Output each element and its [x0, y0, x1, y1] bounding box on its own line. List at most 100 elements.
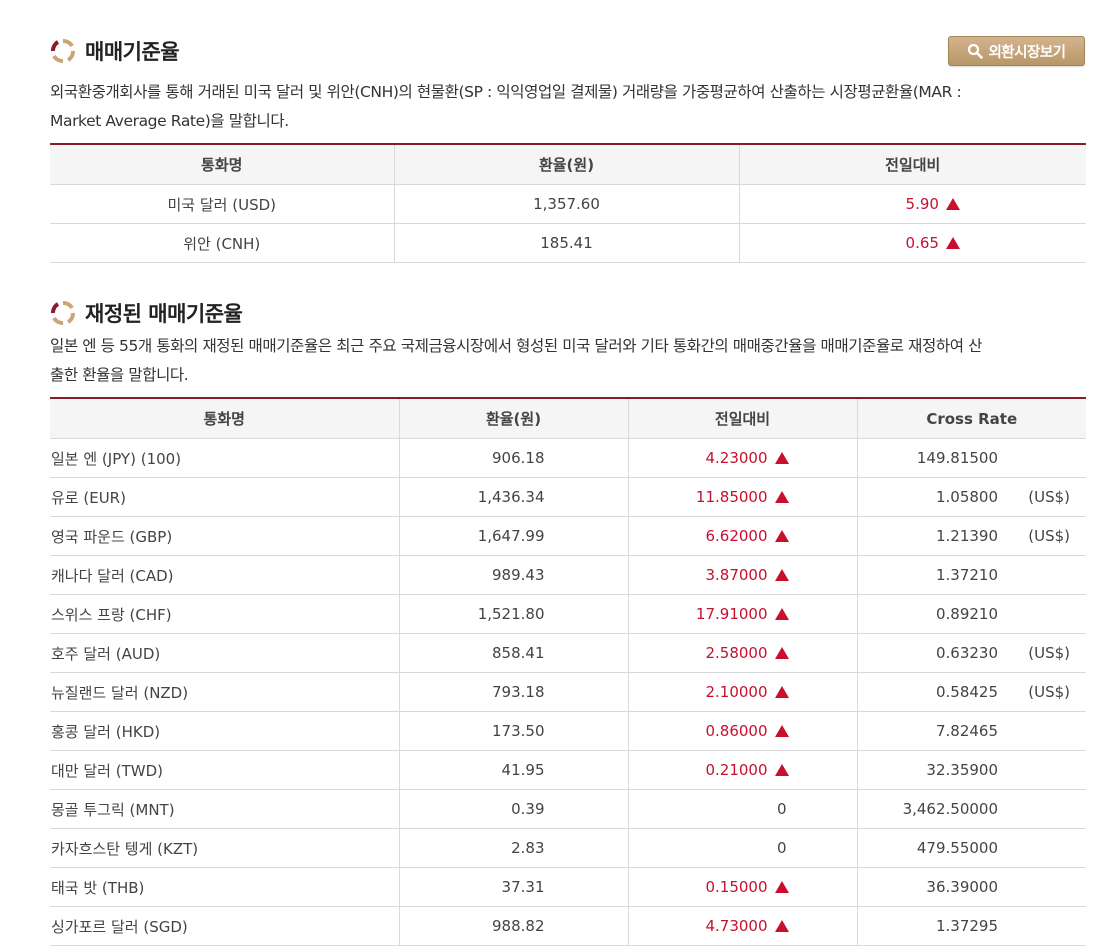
- desc-line: 일본 엔 등 55개 통화의 재정된 매매기준율은 최근 주요 국제금융시장에서…: [50, 337, 983, 355]
- change-cell: 0: [627, 828, 857, 868]
- section-title-text: 매매기준율: [85, 40, 180, 64]
- header-change: 전일대비: [738, 143, 1086, 185]
- currency-name: 위안 (CNH): [50, 223, 394, 263]
- table-row: 홍콩 달러 (HKD) 173.50 0.86000 7.82465: [50, 711, 1086, 751]
- table-row: 태국 밧 (THB) 37.31 0.15000 36.39000: [50, 867, 1086, 907]
- cross-rate-cell: 1.37295: [856, 906, 1086, 946]
- section-title-cross-rate: 재정된 매매기준율: [50, 298, 243, 328]
- cross-rate-value: 0.89210: [935, 605, 998, 623]
- desc-line: 출한 환율을 말합니다.: [50, 366, 189, 384]
- cross-rate-value: 1.37295: [935, 917, 998, 935]
- table-row: 싱가포르 달러 (SGD) 988.82 4.73000 1.37295: [50, 906, 1086, 946]
- change-value: 4.23000: [705, 449, 768, 467]
- change-cell: 5.90: [738, 184, 1086, 224]
- change-value: 0: [776, 800, 787, 818]
- change-cell: 3.87000: [627, 555, 857, 595]
- arrow-up-icon: [774, 920, 789, 932]
- rate-value: 0.39: [398, 789, 628, 829]
- currency-name: 몽골 투그릭 (MNT): [50, 789, 399, 829]
- change-cell: 4.23000: [627, 438, 857, 478]
- header-cross-rate: Cross Rate: [856, 397, 1086, 439]
- desc-line: 외국환중개회사를 통해 거래된 미국 달러 및 위안(CNH)의 현물환(SP …: [50, 83, 962, 101]
- change-cell: 6.62000: [627, 516, 857, 556]
- cross-rate-cell: 7.82465: [856, 711, 1086, 751]
- change-value: 6.62000: [705, 527, 768, 545]
- change-value: 2.58000: [705, 644, 768, 662]
- section-title-base-rate: 매매기준율: [50, 36, 180, 66]
- cross-rate-value: 0.58425: [935, 683, 998, 701]
- section-title-text: 재정된 매매기준율: [85, 302, 243, 326]
- cross-rate-cell: 0.89210: [856, 594, 1086, 634]
- fx-market-button[interactable]: 외환시장보기: [948, 36, 1085, 66]
- rate-value: 988.82: [398, 906, 628, 946]
- cross-rate-cell: 0.58425 (US$): [856, 672, 1086, 712]
- change-cell: 0.86000: [627, 711, 857, 751]
- cross-rate-cell: 479.55000: [856, 828, 1086, 868]
- change-cell: 0.15000: [627, 867, 857, 907]
- table-row: 일본 엔 (JPY) (100) 906.18 4.23000 149.81500: [50, 438, 1086, 478]
- header-rate: 환율(원): [393, 143, 739, 185]
- desc-line: Market Average Rate)을 말합니다.: [50, 112, 289, 130]
- cross-rate-unit: (US$): [1028, 488, 1070, 506]
- table-row: 위안 (CNH) 185.41 0.65: [50, 223, 1086, 263]
- rate-value: 1,436.34: [398, 477, 628, 517]
- change-value: 0.86000: [705, 722, 768, 740]
- cross-rate-value: 7.82465: [935, 722, 998, 740]
- currency-name: 영국 파운드 (GBP): [50, 516, 399, 556]
- currency-name: 미국 달러 (USD): [50, 184, 394, 224]
- change-cell: 17.91000: [627, 594, 857, 634]
- cross-rate-value: 149.81500: [916, 449, 998, 467]
- header-change: 전일대비: [627, 397, 857, 439]
- currency-name: 일본 엔 (JPY) (100): [50, 438, 399, 478]
- cross-rate-cell: 1.21390 (US$): [856, 516, 1086, 556]
- ring-bullet-icon: [51, 39, 75, 63]
- arrow-up-icon: [774, 881, 789, 893]
- rate-value: 185.41: [393, 223, 739, 263]
- rate-value: 41.95: [398, 750, 628, 790]
- table-row: 뉴질랜드 달러 (NZD) 793.18 2.10000 0.58425 (US$): [50, 672, 1086, 712]
- cross-rate-unit: (US$): [1028, 644, 1070, 662]
- change-cell: 2.58000: [627, 633, 857, 673]
- cross-rate-value: 36.39000: [926, 878, 998, 896]
- currency-name: 싱가포르 달러 (SGD): [50, 906, 399, 946]
- table-row: 영국 파운드 (GBP) 1,647.99 6.62000 1.21390 (US$): [50, 516, 1086, 556]
- arrow-up-icon: [945, 198, 960, 210]
- rate-value: 1,357.60: [393, 184, 739, 224]
- currency-name: 유로 (EUR): [50, 477, 399, 517]
- table-header-row: 통화명 환율(원) 전일대비: [50, 143, 1086, 185]
- table-row: 몽골 투그릭 (MNT) 0.39 0 3,462.50000: [50, 789, 1086, 829]
- change-cell: 0: [627, 789, 857, 829]
- currency-name: 뉴질랜드 달러 (NZD): [50, 672, 399, 712]
- arrow-up-icon: [774, 764, 789, 776]
- rate-value: 2.83: [398, 828, 628, 868]
- rate-value: 37.31: [398, 867, 628, 907]
- cross-rate-cell: 149.81500: [856, 438, 1086, 478]
- currency-name: 대만 달러 (TWD): [50, 750, 399, 790]
- cross-rate-value: 1.37210: [935, 566, 998, 584]
- base-rate-table: 통화명 환율(원) 전일대비 미국 달러 (USD) 1,357.60 5.90…: [50, 143, 1086, 263]
- change-cell: 0.21000: [627, 750, 857, 790]
- cross-rate-value: 3,462.50000: [902, 800, 998, 818]
- header-rate: 환율(원): [398, 397, 628, 439]
- rate-value: 906.18: [398, 438, 628, 478]
- rate-value: 793.18: [398, 672, 628, 712]
- ring-bullet-icon: [51, 301, 75, 325]
- currency-name: 태국 밧 (THB): [50, 867, 399, 907]
- change-value: 17.91000: [695, 605, 768, 623]
- table-header-row: 통화명 환율(원) 전일대비 Cross Rate: [50, 397, 1086, 439]
- table-row: 호주 달러 (AUD) 858.41 2.58000 0.63230 (US$): [50, 633, 1086, 673]
- currency-name: 홍콩 달러 (HKD): [50, 711, 399, 751]
- change-cell: 11.85000: [627, 477, 857, 517]
- arrow-up-icon: [774, 647, 789, 659]
- section-description: 일본 엔 등 55개 통화의 재정된 매매기준율은 최근 주요 국제금융시장에서…: [50, 332, 1086, 390]
- cross-rate-table: 통화명 환율(원) 전일대비 Cross Rate 일본 엔 (JPY) (10…: [50, 397, 1086, 946]
- arrow-up-icon: [774, 686, 789, 698]
- change-value: 3.87000: [705, 566, 768, 584]
- cross-rate-cell: 0.63230 (US$): [856, 633, 1086, 673]
- cross-rate-unit: (US$): [1028, 683, 1070, 701]
- table-row: 미국 달러 (USD) 1,357.60 5.90: [50, 184, 1086, 224]
- cross-rate-unit: (US$): [1028, 527, 1070, 545]
- change-value: 0.15000: [705, 878, 768, 896]
- arrow-up-icon: [774, 491, 789, 503]
- rate-value: 173.50: [398, 711, 628, 751]
